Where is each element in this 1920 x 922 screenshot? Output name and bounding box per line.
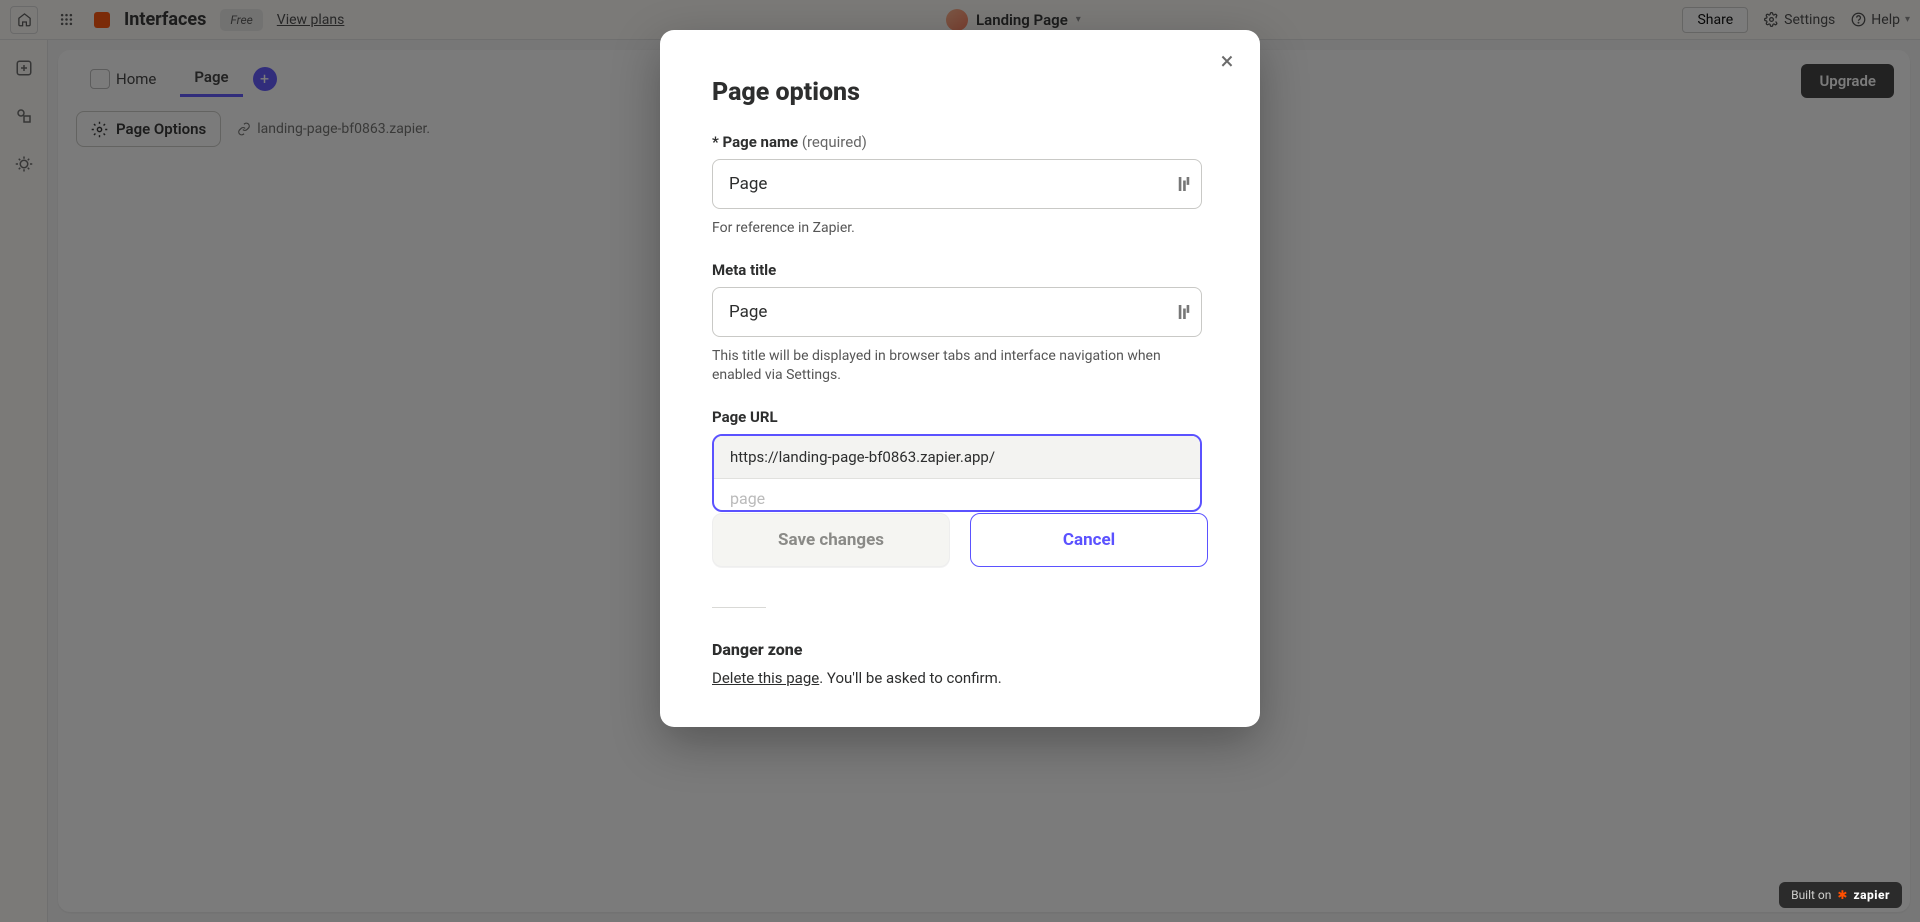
save-changes-button[interactable]: Save changes xyxy=(712,513,950,567)
close-icon: × xyxy=(1221,47,1234,75)
cancel-button[interactable]: Cancel xyxy=(970,513,1208,567)
zapier-wordmark: zapier xyxy=(1853,888,1890,902)
page-name-input-wrap xyxy=(712,159,1202,209)
modal-scroll-area[interactable]: * Page name (required) For reference in … xyxy=(712,133,1208,513)
page-name-input[interactable] xyxy=(712,159,1202,209)
meta-title-input-wrap xyxy=(712,287,1202,337)
modal-title: Page options xyxy=(712,78,1208,107)
divider xyxy=(712,607,766,608)
meta-title-label: Meta title xyxy=(712,261,1202,279)
variable-icon[interactable] xyxy=(1178,305,1190,319)
built-on-badge[interactable]: Built on ✱ zapier xyxy=(1779,882,1902,908)
modal-button-row: Save changes Cancel xyxy=(712,513,1208,567)
asterisk-icon: ✱ xyxy=(1837,888,1847,902)
page-name-hint: For reference in Zapier. xyxy=(712,219,1202,239)
delete-page-suffix: . You'll be asked to confirm. xyxy=(819,669,1002,687)
page-name-required-hint: (required) xyxy=(802,133,867,151)
page-name-label-text: Page name xyxy=(723,133,799,151)
meta-title-input[interactable] xyxy=(712,287,1202,337)
page-name-label: * Page name (required) xyxy=(712,133,1202,151)
delete-page-link[interactable]: Delete this page xyxy=(712,669,819,687)
modal-overlay[interactable]: × Page options * Page name (required) Fo… xyxy=(0,0,1920,922)
danger-zone-line: Delete this page. You'll be asked to con… xyxy=(712,669,1208,687)
variable-icon[interactable] xyxy=(1178,177,1190,191)
page-url-block: https://landing-page-bf0863.zapier.app/ … xyxy=(712,434,1202,512)
page-url-label: Page URL xyxy=(712,408,1202,426)
close-button[interactable]: × xyxy=(1212,46,1242,76)
page-url-slug-input[interactable]: page xyxy=(714,479,1200,510)
built-on-label: Built on xyxy=(1791,888,1831,902)
meta-title-hint: This title will be displayed in browser … xyxy=(712,347,1202,386)
page-url-base: https://landing-page-bf0863.zapier.app/ xyxy=(714,436,1200,479)
required-asterisk: * xyxy=(712,133,723,151)
page-options-modal: × Page options * Page name (required) Fo… xyxy=(660,30,1260,727)
danger-zone-title: Danger zone xyxy=(712,640,1208,659)
